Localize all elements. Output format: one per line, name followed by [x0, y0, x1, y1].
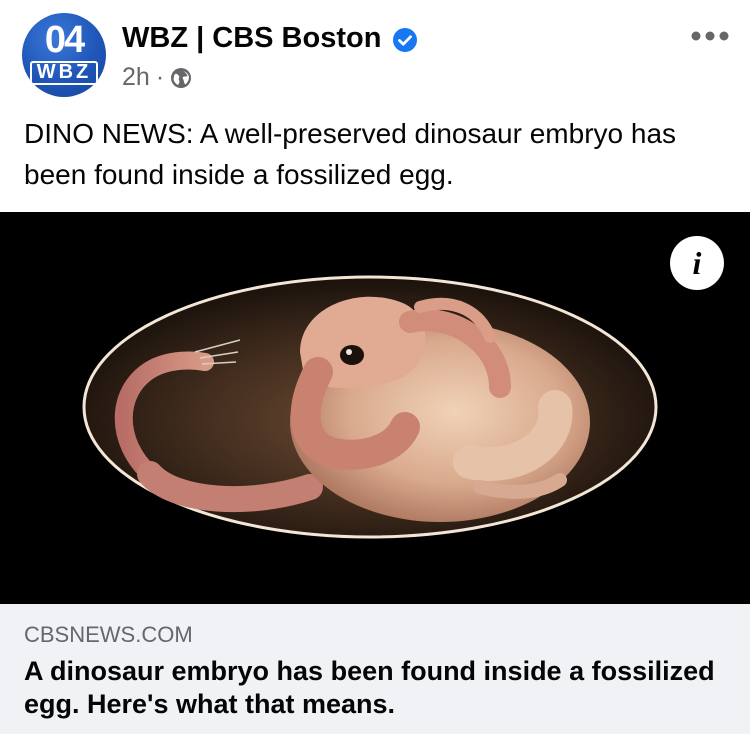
post-caption: DINO NEWS: A well-preserved dinosaur emb… [24, 118, 677, 190]
page-name[interactable]: WBZ | CBS Boston [122, 22, 381, 55]
globe-icon[interactable] [170, 67, 192, 89]
link-title[interactable]: A dinosaur embryo has been found inside … [24, 655, 724, 721]
post-image[interactable] [0, 212, 750, 604]
verified-badge-icon [393, 28, 417, 52]
more-options-icon[interactable] [690, 30, 730, 42]
link-domain: CBSNEWS.COM [24, 622, 193, 647]
avatar-channel-number: 04 [44, 19, 85, 61]
post-meta: 2h · [122, 63, 192, 92]
post-header: 04 WBZ WBZ | CBS Boston 2h · [0, 0, 750, 105]
post-time[interactable]: 2h [122, 63, 150, 92]
avatar-call-letters: WBZ [36, 61, 92, 83]
page-avatar[interactable]: 04 WBZ [22, 13, 106, 97]
info-button[interactable]: i [670, 236, 724, 290]
dinosaur-embryo-illustration [82, 275, 658, 539]
meta-separator: · [155, 63, 165, 91]
